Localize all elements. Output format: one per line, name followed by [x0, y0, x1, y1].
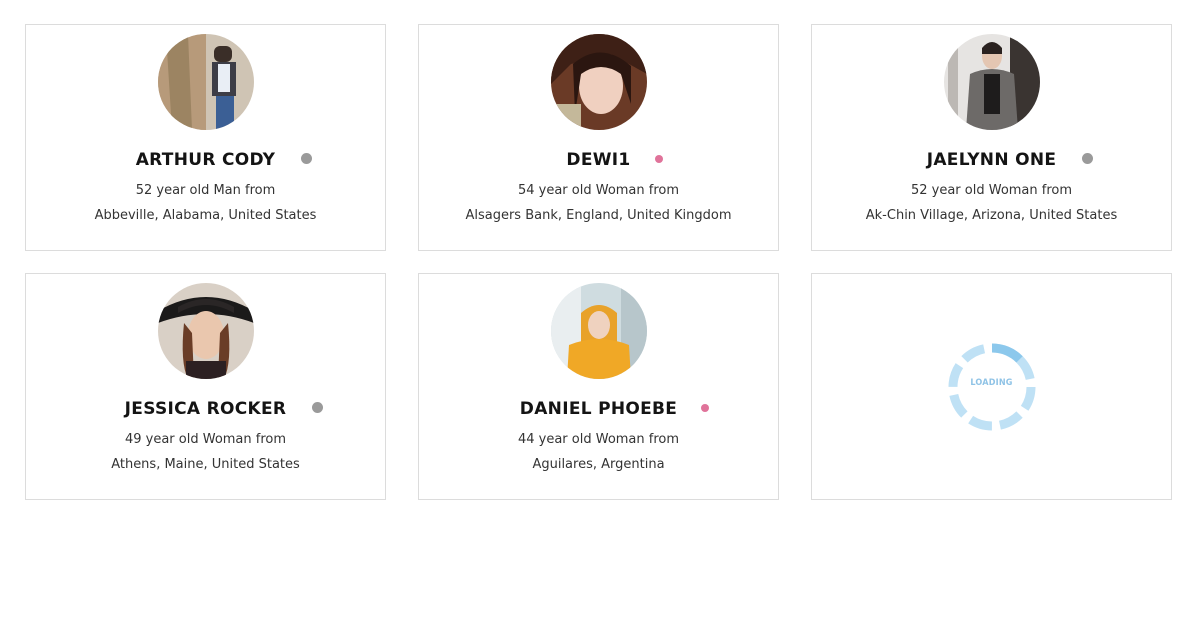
loading-label: LOADING: [970, 377, 1013, 388]
profile-age: 52 year old Man from: [135, 183, 276, 198]
profile-grid: ARTHUR CODY 52 year old Man from Abbevil…: [25, 24, 1175, 502]
loading-card: LOADING: [811, 273, 1172, 500]
profile-name[interactable]: JESSICA ROCKER: [125, 399, 324, 419]
profile-name[interactable]: ARTHUR CODY: [136, 150, 313, 170]
profile-card[interactable]: DEWI1 54 year old Woman from Alsagers Ba…: [418, 24, 779, 251]
profile-card[interactable]: ARTHUR CODY 52 year old Man from Abbevil…: [25, 24, 386, 251]
status-dot: [701, 404, 710, 412]
loading-spinner: LOADING: [945, 340, 1039, 434]
profile-card[interactable]: JAELYNN ONE 52 year old Woman from Ak-Ch…: [811, 24, 1172, 251]
profile-name[interactable]: JAELYNN ONE: [927, 150, 1094, 170]
profile-location: Athens, Maine, United States: [111, 457, 300, 472]
profile-card[interactable]: JESSICA ROCKER 49 year old Woman from At…: [25, 273, 386, 500]
profile-age: 52 year old Woman from: [910, 183, 1073, 198]
profile-location: Abbeville, Alabama, United States: [94, 208, 317, 223]
status-dot: [1082, 153, 1094, 164]
profile-location: Ak-Chin Village, Arizona, United States: [865, 208, 1118, 223]
avatar[interactable]: [550, 34, 647, 130]
avatar[interactable]: [157, 34, 254, 130]
status-dot: [301, 153, 313, 164]
profile-name[interactable]: DEWI1: [566, 150, 663, 170]
profile-name[interactable]: DANIEL PHOEBE: [520, 399, 710, 419]
profile-age: 54 year old Woman from: [517, 183, 680, 198]
status-dot: [312, 402, 324, 413]
status-dot: [654, 155, 663, 163]
profile-location: Aguilares, Argentina: [532, 457, 665, 472]
avatar[interactable]: [943, 34, 1040, 130]
profile-location: Alsagers Bank, England, United Kingdom: [465, 208, 732, 223]
avatar[interactable]: [157, 283, 254, 379]
profile-age: 44 year old Woman from: [517, 432, 680, 447]
profile-card[interactable]: DANIEL PHOEBE 44 year old Woman from Agu…: [418, 273, 779, 500]
avatar[interactable]: [550, 283, 647, 379]
profile-age: 49 year old Woman from: [124, 432, 287, 447]
